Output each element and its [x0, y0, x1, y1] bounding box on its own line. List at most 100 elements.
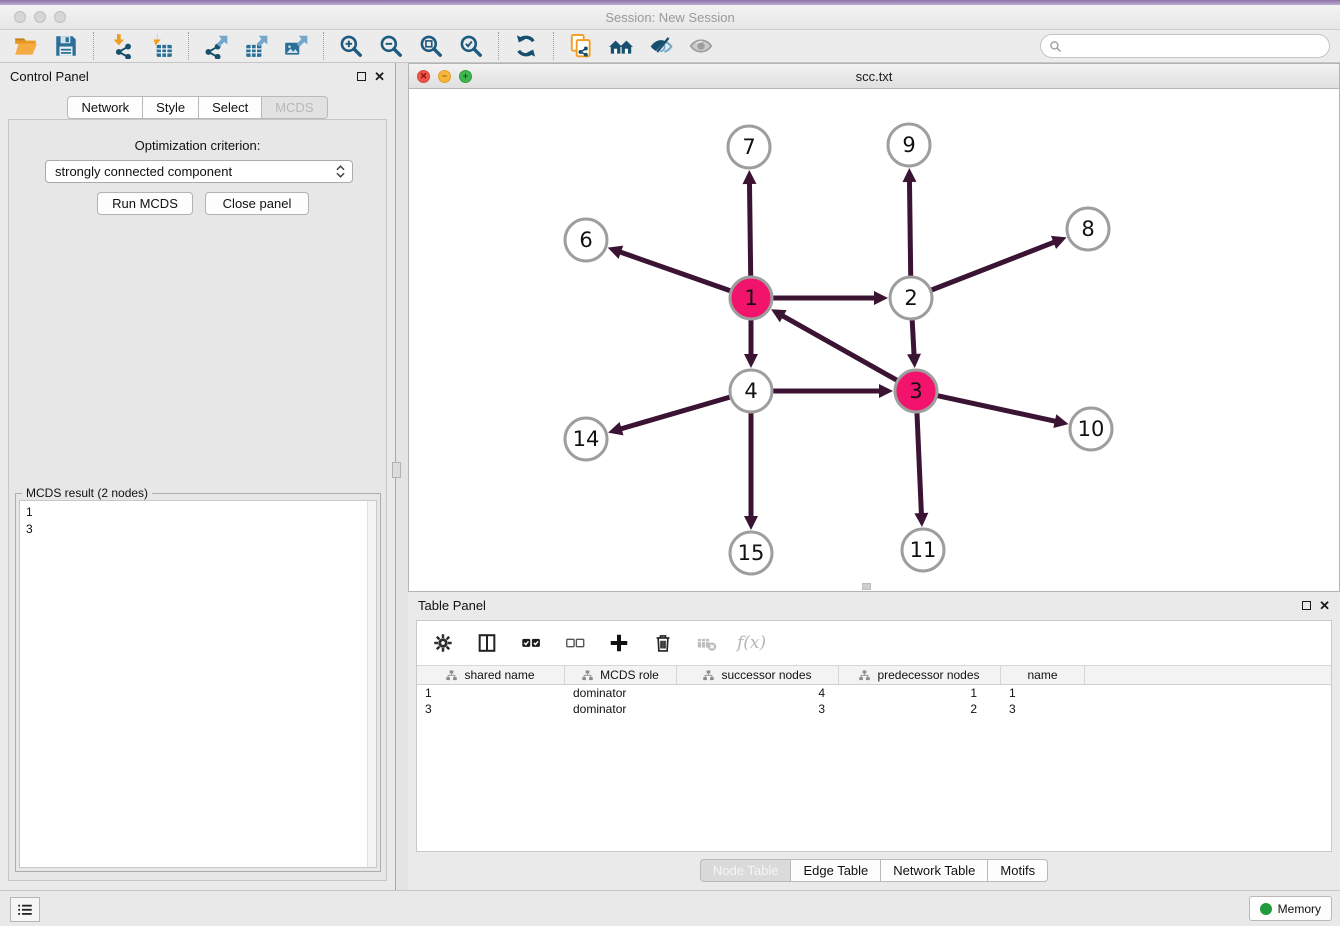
search-input[interactable]: [1067, 39, 1321, 53]
edge-3-11[interactable]: [917, 413, 921, 515]
import-network-button[interactable]: [101, 31, 141, 61]
import-table-button[interactable]: [141, 31, 181, 61]
edge-arrowhead: [902, 168, 916, 182]
search-icon: [1049, 40, 1062, 53]
app-titlebar: Session: New Session: [0, 5, 1340, 30]
toggle-style-visibility-button[interactable]: [641, 31, 681, 61]
zoom-fit-button[interactable]: [411, 31, 451, 61]
select-all-checks-icon: [520, 632, 542, 654]
cell: 1: [417, 686, 565, 700]
show-panels-button[interactable]: [10, 897, 40, 922]
tab-edge-table[interactable]: Edge Table: [791, 859, 881, 882]
edge-3-10[interactable]: [937, 396, 1056, 422]
column-header-successor-nodes[interactable]: successor nodes: [677, 666, 839, 684]
columns-button[interactable]: [473, 629, 501, 657]
save-session-button[interactable]: [46, 31, 86, 61]
node-label-1: 1: [744, 286, 757, 310]
edge-3-1[interactable]: [781, 315, 896, 380]
float-panel-icon[interactable]: [357, 72, 366, 81]
toggle-style-visibility-icon: [648, 33, 674, 59]
edge-2-9[interactable]: [909, 180, 910, 276]
memory-status-icon: [1260, 903, 1272, 915]
column-header-MCDS-role[interactable]: MCDS role: [565, 666, 677, 684]
table-panel: Table Panel ✕ f(x) shared nameMCDS roles…: [408, 592, 1340, 890]
network-window-titlebar: ✕ − + scc.txt: [409, 64, 1339, 89]
criterion-dropdown[interactable]: strongly connected component: [45, 160, 353, 183]
edge-arrowhead: [744, 516, 758, 530]
cell: 3: [677, 702, 839, 716]
edge-arrowhead: [907, 354, 921, 368]
home-button[interactable]: [601, 31, 641, 61]
mcds-panel: Optimization criterion: strongly connect…: [8, 119, 387, 881]
network-view-window: ✕ − + scc.txt 7968124314101511: [408, 63, 1340, 592]
import-table-icon: [148, 33, 174, 59]
splitter-handle[interactable]: [392, 462, 401, 478]
clone-network-button[interactable]: [561, 31, 601, 61]
tab-style[interactable]: Style: [143, 96, 199, 119]
edge-2-3[interactable]: [912, 320, 914, 356]
delete-row-button[interactable]: [649, 629, 677, 657]
clear-checks-button[interactable]: [561, 629, 589, 657]
tab-network-table[interactable]: Network Table: [881, 859, 988, 882]
delete-table-button[interactable]: [693, 629, 721, 657]
open-session-button[interactable]: [6, 31, 46, 61]
dropdown-stepper-icon: [336, 165, 345, 178]
mcds-result-text[interactable]: 1 3: [19, 500, 377, 868]
tab-node-table[interactable]: Node Table: [700, 859, 792, 882]
column-header-name[interactable]: name: [1001, 666, 1085, 684]
result-values: 1 3: [26, 505, 33, 536]
mcds-result-title: MCDS result (2 nodes): [22, 486, 152, 500]
table-row[interactable]: 1dominator411: [417, 685, 1331, 701]
zoom-out-button[interactable]: [371, 31, 411, 61]
horizontal-splitter-handle[interactable]: [862, 583, 871, 590]
cell: 3: [1001, 702, 1085, 716]
edge-arrowhead: [742, 170, 756, 184]
edge-arrowhead: [874, 291, 888, 305]
zoom-in-button[interactable]: [331, 31, 371, 61]
status-bar: Memory: [0, 890, 1340, 926]
search-box[interactable]: [1040, 34, 1330, 58]
edge-arrowhead: [608, 422, 623, 435]
fx-icon[interactable]: f(x): [737, 633, 766, 653]
settings-gear-button[interactable]: [429, 629, 457, 657]
edge-arrowhead: [744, 354, 758, 368]
column-header-predecessor-nodes[interactable]: predecessor nodes: [839, 666, 1001, 684]
add-row-button[interactable]: [605, 629, 633, 657]
tab-mcds[interactable]: MCDS: [262, 96, 327, 119]
node-label-7: 7: [742, 135, 755, 159]
node-label-10: 10: [1078, 417, 1105, 441]
table-column-headers: shared nameMCDS rolesuccessor nodesprede…: [417, 665, 1331, 685]
run-mcds-button[interactable]: Run MCDS: [97, 192, 193, 215]
eye-disabled-button[interactable]: [681, 31, 721, 61]
zoom-selected-button[interactable]: [451, 31, 491, 61]
memory-button[interactable]: Memory: [1249, 896, 1332, 921]
table-float-icon[interactable]: [1302, 601, 1311, 610]
toolbar-separator: [498, 32, 499, 60]
node-label-15: 15: [738, 541, 765, 565]
table-close-icon[interactable]: ✕: [1319, 601, 1330, 610]
export-table-button[interactable]: [236, 31, 276, 61]
network-graph-canvas[interactable]: 7968124314101511: [409, 89, 1339, 591]
memory-label: Memory: [1278, 902, 1321, 916]
select-all-checks-button[interactable]: [517, 629, 545, 657]
close-panel-button[interactable]: Close panel: [205, 192, 309, 215]
zoom-out-icon: [378, 33, 404, 59]
table-rows: 1dominator4113dominator323: [417, 685, 1331, 717]
edge-arrowhead: [1053, 414, 1068, 428]
edge-1-6[interactable]: [619, 252, 730, 291]
table-row[interactable]: 3dominator323: [417, 701, 1331, 717]
edge-4-14[interactable]: [620, 397, 730, 429]
result-scrollbar[interactable]: [367, 501, 376, 867]
hierarchy-icon: [859, 670, 870, 681]
edge-1-7[interactable]: [749, 182, 750, 276]
refresh-layout-button[interactable]: [506, 31, 546, 61]
edge-2-8[interactable]: [931, 242, 1055, 290]
close-panel-icon[interactable]: ✕: [374, 72, 385, 81]
export-image-button[interactable]: [276, 31, 316, 61]
export-network-button[interactable]: [196, 31, 236, 61]
column-header-shared-name[interactable]: shared name: [417, 666, 565, 684]
toolbar-separator: [553, 32, 554, 60]
tab-motifs[interactable]: Motifs: [988, 859, 1048, 882]
tab-select[interactable]: Select: [199, 96, 262, 119]
tab-network[interactable]: Network: [67, 96, 143, 119]
